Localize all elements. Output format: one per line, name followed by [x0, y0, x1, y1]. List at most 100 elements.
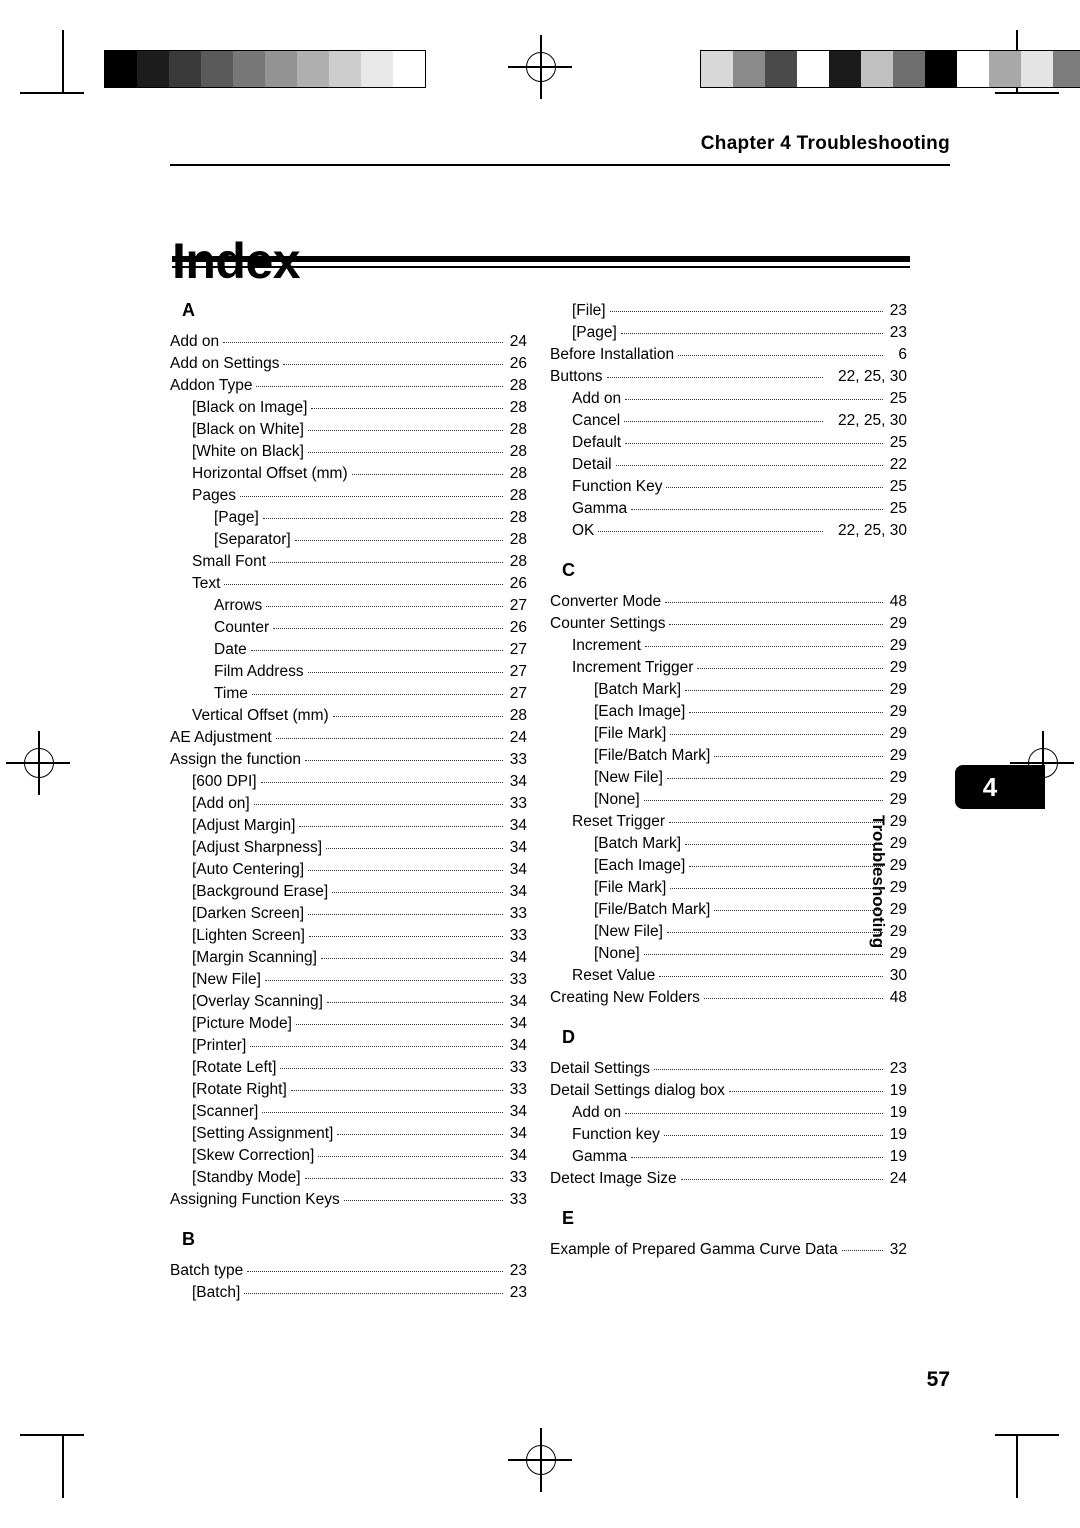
index-entry-leader-dots: [670, 887, 883, 889]
index-entry: Converter Mode 48: [550, 591, 907, 613]
index-letter-heading: A: [182, 300, 195, 320]
index-entry: Detail Settings 23: [550, 1058, 907, 1080]
index-entry-leader-dots: [644, 645, 883, 647]
index-entry-label: [Black on White]: [192, 421, 304, 438]
index-entry-page: 48: [889, 593, 907, 610]
index-entry: [Darken Screen] 33: [170, 903, 527, 925]
index-entry-label: Default: [572, 434, 622, 451]
index-entry-leader-dots: [625, 1112, 883, 1114]
crop-mark-bottom-left-vertical: [62, 1434, 64, 1498]
index-entry: Pages 28: [170, 485, 527, 507]
index-entry: [Setting Assignment] 34: [170, 1123, 527, 1145]
index-entry-leader-dots: [294, 539, 503, 541]
index-entry-page: 23: [889, 302, 907, 319]
index-entry-label: [Rotate Right]: [192, 1081, 287, 1098]
crop-mark-top-left-vertical: [62, 30, 64, 94]
index-entry: [File Mark] 29: [550, 723, 907, 745]
index-entry: Detect Image Size 24: [550, 1168, 907, 1190]
index-entry-page: 24: [509, 333, 527, 350]
index-entry-page: 26: [509, 575, 527, 592]
title-rule-thick: [172, 256, 910, 262]
index-entry: [Printer] 34: [170, 1035, 527, 1057]
index-entry: Creating New Folders 48: [550, 987, 907, 1009]
index-entry-label: Counter: [214, 619, 270, 636]
index-entry-leader-dots: [697, 667, 883, 669]
index-entry-label: Pages: [192, 487, 236, 504]
index-entry-leader-dots: [351, 473, 503, 475]
index-entry: Detail Settings dialog box 19: [550, 1080, 907, 1102]
index-entry: [Add on] 33: [170, 793, 527, 815]
index-letter-heading: C: [562, 560, 575, 580]
crop-mark-top-right-horizontal: [995, 92, 1059, 94]
index-entry-label: [Each Image]: [594, 857, 686, 874]
index-entry: [Rotate Right] 33: [170, 1079, 527, 1101]
index-entry-leader-dots: [678, 354, 883, 356]
chapter-header-rule: [170, 164, 950, 166]
index-entry-page: 19: [889, 1104, 907, 1121]
index-entry: Detail 22: [550, 454, 907, 476]
index-entry-leader-dots: [643, 953, 883, 955]
index-entry: Example of Prepared Gamma Curve Data 32: [550, 1239, 907, 1261]
index-entry-label: OK: [572, 522, 595, 539]
index-entry-leader-dots: [224, 583, 503, 585]
index-entry-page: 29: [889, 725, 907, 742]
index-entry-page: 6: [898, 346, 907, 363]
index-entry-label: Assigning Function Keys: [170, 1191, 340, 1208]
index-entry-leader-dots: [326, 1001, 503, 1003]
index-entry-page: 27: [509, 641, 527, 658]
index-entry-page: 25: [889, 390, 907, 407]
index-entry-leader-dots: [343, 1199, 503, 1201]
crop-mark-bottom-left-horizontal: [20, 1434, 84, 1436]
index-entry-page: 34: [509, 993, 527, 1010]
index-entry-page: 33: [509, 795, 527, 812]
index-entry-page: 34: [509, 861, 527, 878]
index-entry-page: 34: [509, 773, 527, 790]
index-entry-leader-dots: [666, 486, 883, 488]
index-entry: Date 27: [170, 639, 527, 661]
index-entry: OK 22, 25, 30: [550, 520, 907, 542]
index-entry-label: [Background Erase]: [192, 883, 329, 900]
index-entry-label: Gamma: [572, 500, 628, 517]
index-entry-label: [Darken Screen]: [192, 905, 304, 922]
index-entry-page: 32: [889, 1241, 907, 1258]
index-entry-label: Detect Image Size: [550, 1170, 677, 1187]
index-entry-label: Add on: [572, 1104, 622, 1121]
index-entry-leader-dots: [244, 1292, 503, 1294]
index-entry-leader-dots: [250, 649, 503, 651]
index-entry-page: 19: [889, 1126, 907, 1143]
index-entry-label: Buttons: [550, 368, 603, 385]
index-entry: [600 DPI] 34: [170, 771, 527, 793]
index-entry-leader-dots: [270, 561, 503, 563]
index-entry-page: 33: [509, 1191, 527, 1208]
index-entry: [New File] 33: [170, 969, 527, 991]
index-entry-leader-dots: [666, 777, 883, 779]
index-entry-leader-dots: [318, 1155, 503, 1157]
index-entry-label: [New File]: [594, 769, 663, 786]
index-entry-leader-dots: [260, 781, 503, 783]
index-entry-page: 25: [889, 478, 907, 495]
index-entry-leader-dots: [299, 825, 503, 827]
index-entry-leader-dots: [253, 803, 503, 805]
index-entry-leader-dots: [653, 1068, 883, 1070]
index-entry: AE Adjustment 24: [170, 727, 527, 749]
index-entry-label: [Batch Mark]: [594, 681, 681, 698]
index-entry: [Skew Correction] 34: [170, 1145, 527, 1167]
index-entry-label: Function key: [572, 1126, 660, 1143]
index-entry-leader-dots: [643, 799, 883, 801]
index-entry: [Lighten Screen] 33: [170, 925, 527, 947]
index-entry-label: [Each Image]: [594, 703, 686, 720]
index-entry-label: [Black on Image]: [192, 399, 308, 416]
index-entry-page: 26: [509, 619, 527, 636]
index-entry-page: 33: [509, 1081, 527, 1098]
crop-mark-bottom-right-horizontal: [995, 1434, 1059, 1436]
index-entry: [Auto Centering] 34: [170, 859, 527, 881]
index-entry-page: 29: [889, 879, 907, 896]
index-entry-leader-dots: [685, 843, 883, 845]
index-entry-page: 22: [889, 456, 907, 473]
index-entry: Assign the function 33: [170, 749, 527, 771]
index-entry-page: 29: [889, 769, 907, 786]
index-column-left: A Add on 24 Add on Settings 26 Addon Type 28 [B…: [170, 300, 527, 1304]
crop-mark-top-left-horizontal: [20, 92, 84, 94]
index-entry: Addon Type 28: [170, 375, 527, 397]
index-entry: Reset Trigger 29: [550, 811, 907, 833]
